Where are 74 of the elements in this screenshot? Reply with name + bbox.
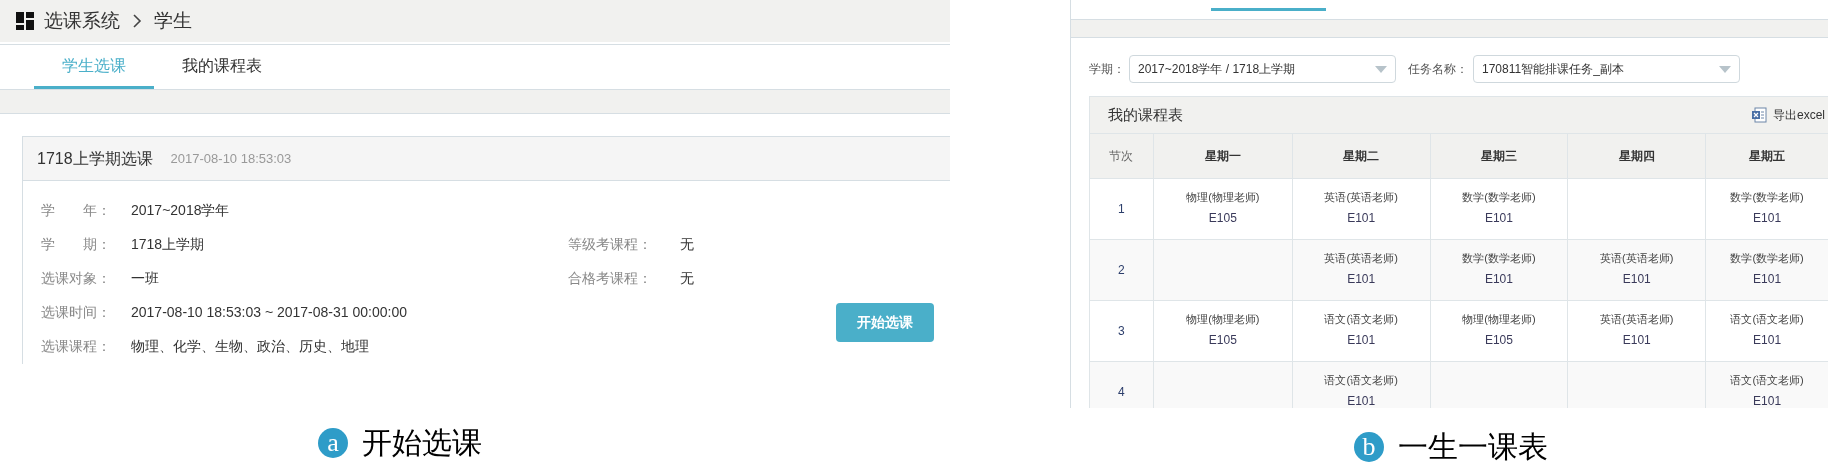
figure-caption: 开始选课 [362, 425, 482, 461]
room-number: E105 [1484, 332, 1513, 348]
field-label: 选课时间： [41, 302, 112, 322]
course-name: 英语(英语老师) [1324, 251, 1398, 266]
excel-icon [1751, 107, 1767, 123]
room-number: E101 [1622, 271, 1651, 287]
course-name: 物理(物理老师) [1462, 312, 1536, 327]
field-value: 物理、化学、生物、政治、历史、地理 [131, 336, 369, 356]
room-number: E101 [1753, 210, 1782, 226]
field-label: 合格考课程： [568, 268, 653, 288]
field-value: 无 [680, 234, 694, 254]
field-value: 一班 [131, 268, 159, 288]
course-name: 数学(数学老师) [1462, 251, 1536, 266]
period-number: 2 [1118, 262, 1125, 279]
timestamp: 2017-08-10 18:53:03 [170, 149, 292, 168]
room-number: E105 [1208, 210, 1237, 226]
room-number: E105 [1208, 332, 1237, 348]
course-name: 英语(英语老师) [1324, 190, 1398, 205]
course-name: 物理(物理老师) [1186, 190, 1260, 205]
field-value: 2017-08-10 18:53:03 ~ 2017-08-31 00:00:00 [131, 302, 407, 322]
room-number: E101 [1347, 271, 1376, 287]
field-value: 1718上学期 [131, 234, 205, 254]
dashboard-icon [16, 12, 34, 30]
course-name: 数学(数学老师) [1730, 251, 1804, 266]
period-number: 4 [1118, 384, 1125, 401]
figure-caption: 一生一课表 [1398, 429, 1548, 465]
select-field[interactable]: 170811智能排课任务_副本 [1473, 55, 1740, 83]
field-label: 学 年： [41, 200, 112, 220]
column-header: 星期五 [1749, 148, 1786, 165]
dropdown-caret-icon [1719, 65, 1731, 73]
room-number: E101 [1753, 332, 1782, 348]
room-number: E101 [1753, 393, 1782, 408]
room-number: E101 [1753, 271, 1782, 287]
column-header: 星期四 [1618, 148, 1655, 165]
course-name: 物理(物理老师) [1186, 312, 1260, 327]
breadcrumb-link[interactable]: 选课系统 [44, 6, 120, 36]
field-label: 选课课程： [41, 336, 112, 356]
column-header: 星期一 [1204, 148, 1241, 165]
field-label: 选课对象： [41, 268, 112, 288]
course-name: 数学(数学老师) [1730, 190, 1804, 205]
filter-label: 任务名称： [1408, 61, 1469, 78]
course-name: 英语(英语老师) [1600, 251, 1674, 266]
course-name: 语文(语文老师) [1730, 312, 1804, 327]
period-number: 3 [1118, 323, 1125, 340]
course-name: 数学(数学老师) [1462, 190, 1536, 205]
card-title: 1718上学期选课 [37, 148, 153, 169]
field-value: 2017~2018学年 [131, 200, 230, 220]
room-number: E101 [1347, 332, 1376, 348]
field-label: 等级考课程： [568, 234, 653, 254]
caption-badge: b [1354, 431, 1384, 462]
table-title: 我的课程表 [1108, 104, 1183, 125]
room-number: E101 [1484, 210, 1513, 226]
period-number: 1 [1118, 201, 1125, 218]
course-name: 语文(语文老师) [1324, 373, 1398, 388]
room-number: E101 [1347, 393, 1376, 408]
column-header: 星期二 [1343, 148, 1380, 165]
filter-label: 学期： [1089, 61, 1126, 78]
course-name: 英语(英语老师) [1600, 312, 1674, 327]
course-name: 语文(语文老师) [1730, 373, 1804, 388]
breadcrumb-current: 学生 [154, 8, 192, 33]
room-number: E101 [1347, 210, 1376, 226]
column-header: 节次 [1109, 148, 1134, 165]
chevron-icon [132, 13, 142, 29]
room-number: E101 [1622, 332, 1651, 348]
export-button[interactable]: 导出excel [1751, 106, 1825, 124]
caption-badge: a [318, 427, 348, 458]
room-number: E101 [1484, 271, 1513, 287]
field-label: 学 期： [41, 234, 112, 254]
select-field[interactable]: 2017~2018学年 / 1718上学期 [1129, 55, 1396, 83]
column-header: 星期三 [1480, 148, 1517, 165]
field-value: 无 [680, 268, 694, 288]
dropdown-caret-icon [1375, 65, 1387, 73]
tab[interactable]: 我的课程表 [154, 45, 290, 89]
course-name: 语文(语文老师) [1324, 312, 1398, 327]
